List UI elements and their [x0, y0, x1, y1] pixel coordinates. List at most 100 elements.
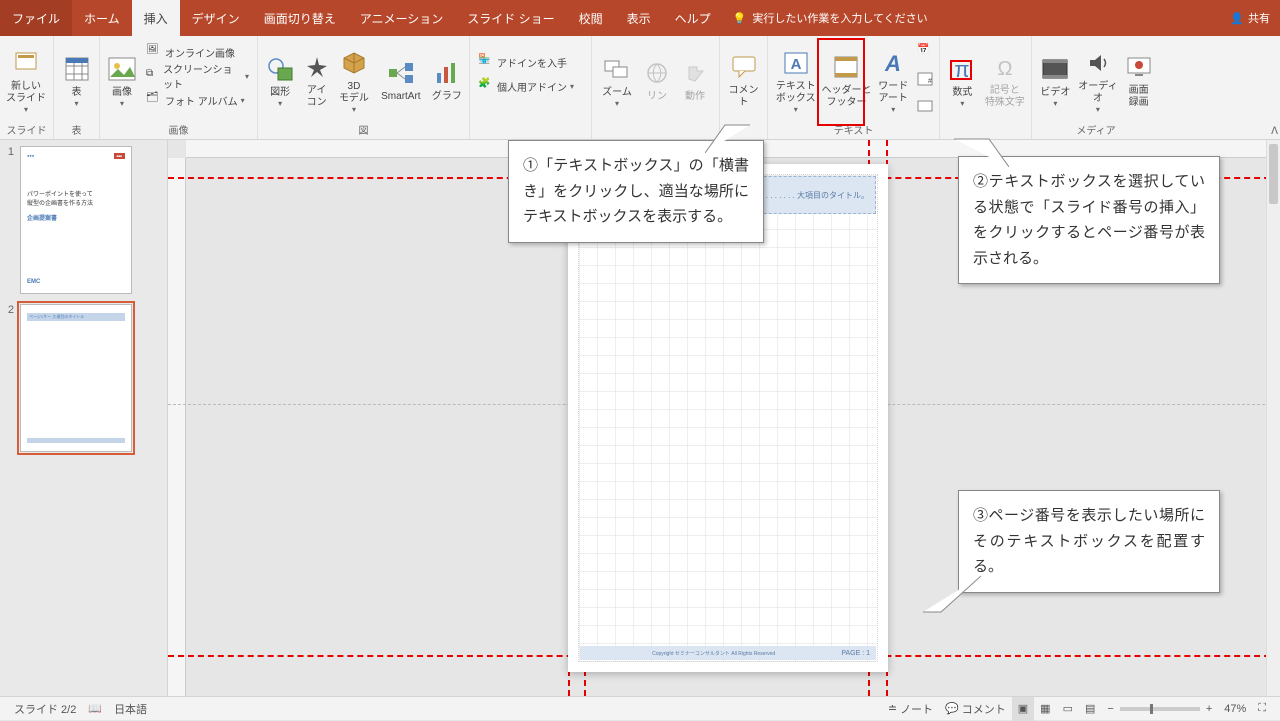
dropdown-icon: ▾: [1096, 105, 1100, 114]
group-slides-label: スライド: [4, 120, 49, 139]
thumb1-text3: 企画提案書: [27, 213, 125, 222]
ribbon-tabs: ファイル ホーム 挿入 デザイン 画面切り替え アニメーション スライド ショー…: [0, 0, 1280, 36]
tab-design[interactable]: デザイン: [180, 0, 252, 36]
tell-me-search[interactable]: 💡 実行したい作業を入力してください: [733, 10, 928, 26]
shapes-button[interactable]: 図形▾: [262, 39, 298, 117]
tab-insert[interactable]: 挿入: [132, 0, 180, 36]
scrollbar-thumb[interactable]: [1269, 144, 1278, 204]
get-addins-label: アドインを入手: [497, 55, 567, 70]
share-button[interactable]: 👤 共有: [1230, 10, 1270, 26]
dropdown-icon: ▾: [352, 105, 356, 114]
comments-label: コメント: [962, 701, 1006, 717]
online-pictures-button[interactable]: 🖼オンライン画像: [142, 41, 253, 63]
slideshow-view-button[interactable]: ▤: [1079, 697, 1101, 721]
chart-icon: [431, 57, 463, 89]
equation-icon: π: [946, 53, 978, 85]
store-icon: 🏪: [478, 54, 494, 70]
comment-button[interactable]: コメント: [724, 39, 763, 117]
header-footer-button[interactable]: ヘッダーと フッター: [821, 39, 871, 117]
screenshot-icon: ⧉: [146, 68, 160, 84]
svg-text:π: π: [955, 57, 970, 82]
share-icon: 👤: [1230, 12, 1244, 25]
my-addins-button[interactable]: 🧩個人用アドイン▾: [474, 75, 578, 97]
svg-text:A: A: [790, 56, 801, 73]
wordart-button[interactable]: Aワード アート▾: [873, 39, 913, 117]
zoom-out-button[interactable]: −: [1101, 697, 1119, 721]
photo-album-button[interactable]: 🗂フォト アルバム▾: [142, 89, 253, 111]
new-slide-icon: [10, 47, 42, 79]
icons-button[interactable]: アイ コン: [300, 39, 333, 117]
smartart-icon: [385, 57, 417, 89]
chart-button[interactable]: グラフ: [429, 39, 465, 117]
action-button: 動作: [676, 39, 714, 117]
screen-recording-button[interactable]: 画面 録画: [1121, 39, 1156, 117]
wordart-icon: A: [877, 47, 909, 79]
icons-icon: [301, 51, 333, 83]
get-addins-button[interactable]: 🏪アドインを入手: [474, 51, 578, 73]
slide-footer-placeholder[interactable]: Copyright セミナーコンサルタント All Rights Reserve…: [580, 646, 876, 660]
tab-home[interactable]: ホーム: [72, 0, 132, 36]
group-links-label: [596, 135, 715, 139]
pictures-button[interactable]: 画像 ▾: [104, 39, 140, 117]
table-button[interactable]: 表 ▾: [58, 39, 95, 117]
tab-view[interactable]: 表示: [615, 0, 663, 36]
action-icon: [679, 57, 711, 89]
slide-thumbnail-1[interactable]: ●●●■■■ パワーポイントを使って縦型の企画書を作る方法 企画提案書 EMC: [20, 146, 132, 294]
spellcheck-icon[interactable]: 📖: [82, 697, 108, 721]
slide-sorter-button[interactable]: ▦: [1034, 697, 1056, 721]
textbox-label: テキスト ボックス: [776, 81, 816, 105]
slide-counter[interactable]: スライド 2/2: [8, 697, 82, 721]
group-media-label: メディア: [1036, 120, 1156, 139]
tab-file[interactable]: ファイル: [0, 0, 72, 36]
callout-1: ①「テキストボックス」の「横書き」をクリックし、適当な場所にテキストボックスを表…: [508, 140, 764, 243]
zoom-slider[interactable]: [1120, 707, 1200, 711]
comments-button[interactable]: 💬コメント: [939, 697, 1012, 721]
footer-copyright: Copyright セミナーコンサルタント All Rights Reserve…: [586, 650, 841, 657]
slide-number-button[interactable]: #: [915, 69, 935, 91]
notes-button[interactable]: ≐ノート: [882, 697, 939, 721]
vertical-scrollbar[interactable]: [1266, 140, 1280, 696]
textbox-button[interactable]: Aテキスト ボックス▾: [772, 39, 819, 117]
link-button: リン: [640, 39, 674, 117]
video-button[interactable]: ビデオ▾: [1036, 39, 1075, 117]
tab-transitions[interactable]: 画面切り替え: [252, 0, 348, 36]
tab-help[interactable]: ヘルプ: [663, 0, 723, 36]
screenshot-button[interactable]: ⧉スクリーンショット▾: [142, 65, 253, 87]
thumb1-text1: パワーポイントを使って: [27, 189, 125, 198]
language-status[interactable]: 日本語: [108, 697, 153, 721]
thumb2-footer: [27, 438, 125, 443]
zoom-button[interactable]: ズーム▾: [596, 39, 638, 117]
tab-review[interactable]: 校閲: [567, 0, 615, 36]
group-tables-label: 表: [58, 120, 95, 139]
table-label: 表: [72, 87, 82, 99]
fit-to-window-button[interactable]: ⛶: [1252, 697, 1272, 721]
equation-button[interactable]: π数式▾: [944, 39, 981, 117]
object-button[interactable]: [915, 97, 935, 119]
collapse-ribbon-icon[interactable]: ᐱ: [1271, 126, 1278, 137]
date-time-button[interactable]: 📅: [915, 41, 935, 63]
comment-label: コメント: [724, 85, 763, 109]
new-slide-button[interactable]: 新しい スライド ▾: [4, 39, 48, 117]
zoom-percent[interactable]: 47%: [1218, 697, 1252, 721]
shapes-label: 図形: [270, 87, 290, 99]
group-illustrations-label: 図: [262, 120, 465, 139]
tab-slideshow[interactable]: スライド ショー: [455, 0, 566, 36]
share-label: 共有: [1248, 10, 1270, 26]
zoom-in-button[interactable]: +: [1200, 697, 1218, 721]
smartart-button[interactable]: SmartArt: [375, 39, 427, 117]
callout-2-text: ②テキストボックスを選択している状態で「スライド番号の挿入」をクリックするとペー…: [973, 173, 1205, 267]
symbol-label: 記号と 特殊文字: [985, 85, 1025, 109]
reading-view-button[interactable]: ▭: [1057, 697, 1079, 721]
slide-grid: [578, 174, 878, 662]
audio-icon: [1082, 47, 1114, 79]
3d-models-button[interactable]: 3D モデル▾: [335, 39, 373, 117]
shapes-icon: [264, 53, 296, 85]
slide-thumbnail-2[interactable]: ページ1サー 大項目のタイトル: [20, 304, 132, 452]
normal-view-button[interactable]: ▣: [1012, 697, 1034, 721]
icons-label: アイ コン: [307, 85, 327, 109]
zoom-icon: [601, 53, 633, 85]
3d-models-icon: [338, 47, 370, 79]
comment-icon: [728, 51, 760, 83]
tab-animations[interactable]: アニメーション: [348, 0, 456, 36]
audio-button[interactable]: オーディオ▾: [1077, 39, 1120, 117]
